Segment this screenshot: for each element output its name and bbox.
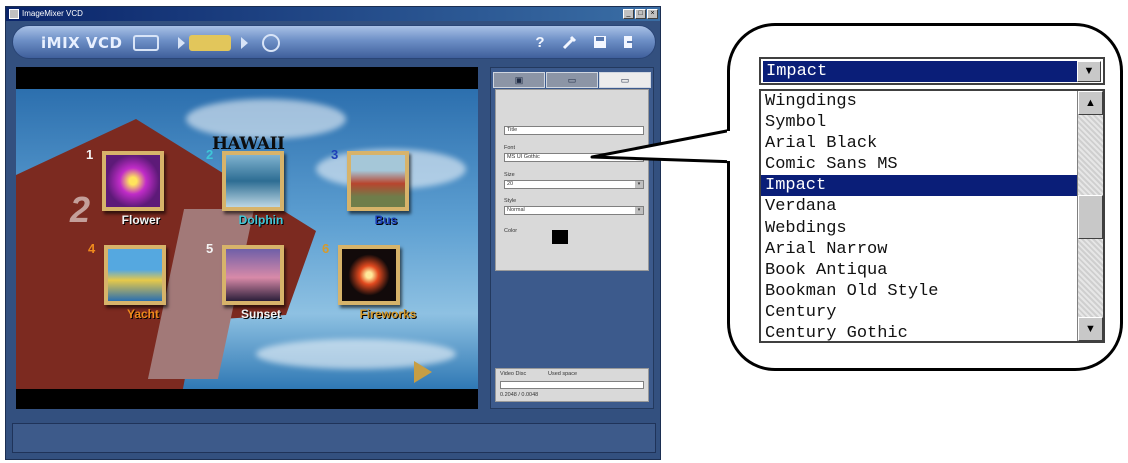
font-list-scrollbar[interactable]: ▲ ▼ (1077, 91, 1103, 341)
font-option[interactable]: Wingdings (761, 91, 1079, 112)
font-option-selected[interactable]: Impact (761, 175, 1079, 197)
font-option[interactable]: Arial Black (761, 133, 1079, 154)
scroll-down-icon[interactable]: ▼ (1078, 317, 1103, 341)
font-option[interactable]: Verdana (761, 196, 1079, 217)
scroll-thumb[interactable] (1078, 195, 1103, 239)
font-option[interactable]: Book Antiqua (761, 260, 1079, 281)
font-combobox-value: Impact (763, 61, 1077, 82)
chevron-down-icon[interactable]: ▼ (1077, 61, 1101, 82)
font-list: Wingdings Symbol Arial Black Comic Sans … (759, 89, 1105, 343)
font-combobox[interactable]: Impact ▼ (759, 57, 1105, 85)
font-option[interactable]: Century Gothic (761, 323, 1079, 341)
font-option[interactable]: Century (761, 302, 1079, 323)
font-option[interactable]: Comic Sans MS (761, 154, 1079, 175)
font-option[interactable]: Arial Narrow (761, 239, 1079, 260)
font-option[interactable]: Symbol (761, 112, 1079, 133)
scroll-up-icon[interactable]: ▲ (1078, 91, 1103, 115)
font-option[interactable]: Webdings (761, 218, 1079, 239)
font-option[interactable]: Bookman Old Style (761, 281, 1079, 302)
